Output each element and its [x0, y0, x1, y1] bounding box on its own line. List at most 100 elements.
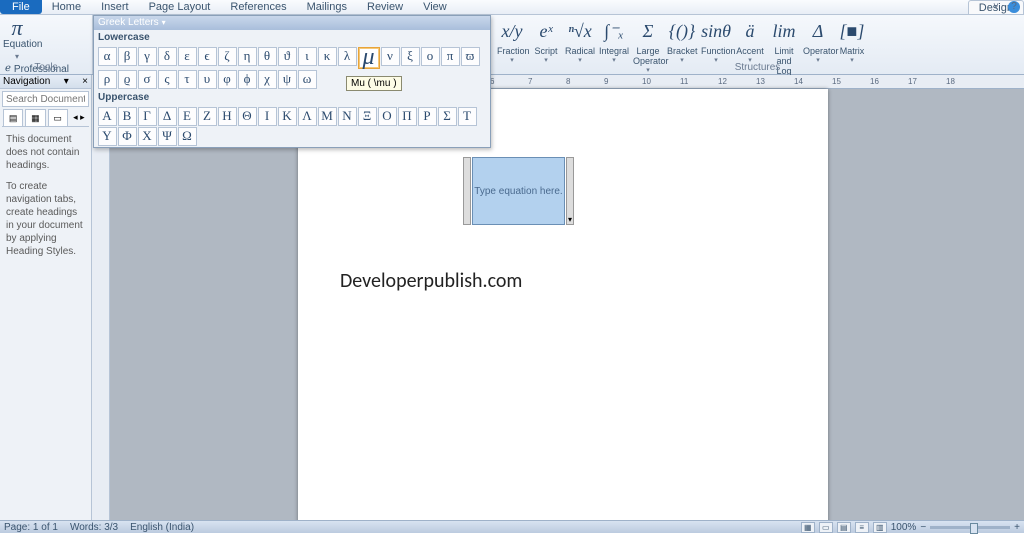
view-draft-button[interactable]: ▥: [873, 522, 887, 533]
greek-λ[interactable]: λ: [338, 47, 357, 66]
page[interactable]: Type equation here. ▾ Developerpublish.c…: [298, 89, 828, 520]
greek-Ρ[interactable]: Ρ: [418, 107, 437, 126]
bracket-button[interactable]: {()}Bracket▾: [667, 17, 697, 72]
greek-α[interactable]: α: [98, 47, 117, 66]
equation-handle-left[interactable]: [463, 157, 471, 225]
help-icon[interactable]: ?: [1008, 1, 1020, 13]
zoom-level[interactable]: 100%: [891, 522, 917, 533]
greek-Κ[interactable]: Κ: [278, 107, 297, 126]
large-operator-button[interactable]: ΣLarge Operator▾: [633, 17, 663, 72]
search-input[interactable]: [2, 91, 89, 107]
greek-ϕ[interactable]: ϕ: [238, 70, 257, 89]
greek-Υ[interactable]: Υ: [98, 127, 117, 146]
greek-Π[interactable]: Π: [398, 107, 417, 126]
greek-μ[interactable]: μ: [358, 47, 380, 69]
view-fullscreen-button[interactable]: ▭: [819, 522, 833, 533]
greek-ε[interactable]: ε: [178, 47, 197, 66]
tab-page-layout[interactable]: Page Layout: [139, 0, 221, 14]
greek-ν[interactable]: ν: [381, 47, 400, 66]
greek-Σ[interactable]: Σ: [438, 107, 457, 126]
tab-references[interactable]: References: [220, 0, 296, 14]
greek-ϖ[interactable]: ϖ: [461, 47, 480, 66]
greek-β[interactable]: β: [118, 47, 137, 66]
greek-Μ[interactable]: Μ: [318, 107, 337, 126]
zoom-slider[interactable]: [930, 526, 1010, 529]
view-outline-button[interactable]: ≡: [855, 522, 869, 533]
view-print-layout-button[interactable]: ▦: [801, 522, 815, 533]
greek-π[interactable]: π: [441, 47, 460, 66]
greek-χ[interactable]: χ: [258, 70, 277, 89]
greek-Λ[interactable]: Λ: [298, 107, 317, 126]
greek-Ν[interactable]: Ν: [338, 107, 357, 126]
status-words[interactable]: Words: 3/3: [70, 522, 118, 533]
operator-button[interactable]: ΔOperator▾: [803, 17, 833, 72]
greek-Ω[interactable]: Ω: [178, 127, 197, 146]
greek-ϵ[interactable]: ϵ: [198, 47, 217, 66]
greek-ϱ[interactable]: ϱ: [118, 70, 137, 89]
integral-button[interactable]: ∫⁻ₓIntegral▾: [599, 17, 629, 72]
tab-view[interactable]: View: [413, 0, 457, 14]
greek-Β[interactable]: Β: [118, 107, 137, 126]
greek-τ[interactable]: τ: [178, 70, 197, 89]
structures-group-label: Structures: [735, 62, 781, 73]
greek-ω[interactable]: ω: [298, 70, 317, 89]
greek-Ψ[interactable]: Ψ: [158, 127, 177, 146]
greek-ι[interactable]: ι: [298, 47, 317, 66]
greek-Τ[interactable]: Τ: [458, 107, 477, 126]
greek-Ζ[interactable]: Ζ: [198, 107, 217, 126]
greek-Γ[interactable]: Γ: [138, 107, 157, 126]
greek-κ[interactable]: κ: [318, 47, 337, 66]
radical-button[interactable]: ⁿ√xRadical▾: [565, 17, 595, 72]
function-button[interactable]: sinθFunction▾: [701, 17, 731, 72]
greek-Χ[interactable]: Χ: [138, 127, 157, 146]
greek-γ[interactable]: γ: [138, 47, 157, 66]
greek-ψ[interactable]: ψ: [278, 70, 297, 89]
greek-Η[interactable]: Η: [218, 107, 237, 126]
greek-η[interactable]: η: [238, 47, 257, 66]
minimize-ribbon-icon[interactable]: ˅: [990, 1, 1002, 13]
equation-box[interactable]: Type equation here.: [472, 157, 565, 225]
greek-ξ[interactable]: ξ: [401, 47, 420, 66]
greek-Δ[interactable]: Δ: [158, 107, 177, 126]
zoom-in-button[interactable]: +: [1014, 522, 1020, 533]
nav-tab-headings[interactable]: ▤: [3, 109, 23, 126]
greek-δ[interactable]: δ: [158, 47, 177, 66]
greek-Ε[interactable]: Ε: [178, 107, 197, 126]
greek-υ[interactable]: υ: [198, 70, 217, 89]
equation-handle-right[interactable]: ▾: [566, 157, 574, 225]
matrix-button[interactable]: [■]Matrix▾: [837, 17, 867, 72]
view-web-button[interactable]: ▤: [837, 522, 851, 533]
greek-ζ[interactable]: ζ: [218, 47, 237, 66]
script-button[interactable]: eˣScript▾: [531, 17, 561, 72]
greek-Θ[interactable]: Θ: [238, 107, 257, 126]
greek-Ξ[interactable]: Ξ: [358, 107, 377, 126]
nav-tab-pages[interactable]: ▦: [25, 109, 45, 126]
greek-ς[interactable]: ς: [158, 70, 177, 89]
greek-φ[interactable]: φ: [218, 70, 237, 89]
greek-Α[interactable]: Α: [98, 107, 117, 126]
greek-Ο[interactable]: Ο: [378, 107, 397, 126]
tab-file[interactable]: File: [0, 0, 42, 14]
zoom-out-button[interactable]: −: [920, 522, 926, 533]
greek-σ[interactable]: σ: [138, 70, 157, 89]
operator-icon: Δ: [803, 17, 833, 45]
equation-button[interactable]: π Equation ▾: [3, 17, 31, 62]
tab-mailings[interactable]: Mailings: [297, 0, 357, 14]
greek-θ[interactable]: θ: [258, 47, 277, 66]
close-icon[interactable]: ×: [82, 75, 88, 88]
tab-insert[interactable]: Insert: [91, 0, 139, 14]
greek-ο[interactable]: ο: [421, 47, 440, 66]
fraction-button[interactable]: x/yFraction▾: [497, 17, 527, 72]
status-page[interactable]: Page: 1 of 1: [4, 522, 58, 533]
status-language[interactable]: English (India): [130, 522, 194, 533]
greek-Φ[interactable]: Φ: [118, 127, 137, 146]
tab-review[interactable]: Review: [357, 0, 413, 14]
greek-Ι[interactable]: Ι: [258, 107, 277, 126]
greek-panel-header[interactable]: Greek Letters▾: [94, 16, 490, 30]
nav-tab-arrows[interactable]: ◂ ▸: [70, 109, 88, 126]
tab-home[interactable]: Home: [42, 0, 91, 14]
greek-ϑ[interactable]: ϑ: [278, 47, 297, 66]
greek-ρ[interactable]: ρ: [98, 70, 117, 89]
nav-dropdown-icon[interactable]: ▾: [64, 75, 69, 88]
nav-tab-results[interactable]: ▭: [48, 109, 68, 126]
